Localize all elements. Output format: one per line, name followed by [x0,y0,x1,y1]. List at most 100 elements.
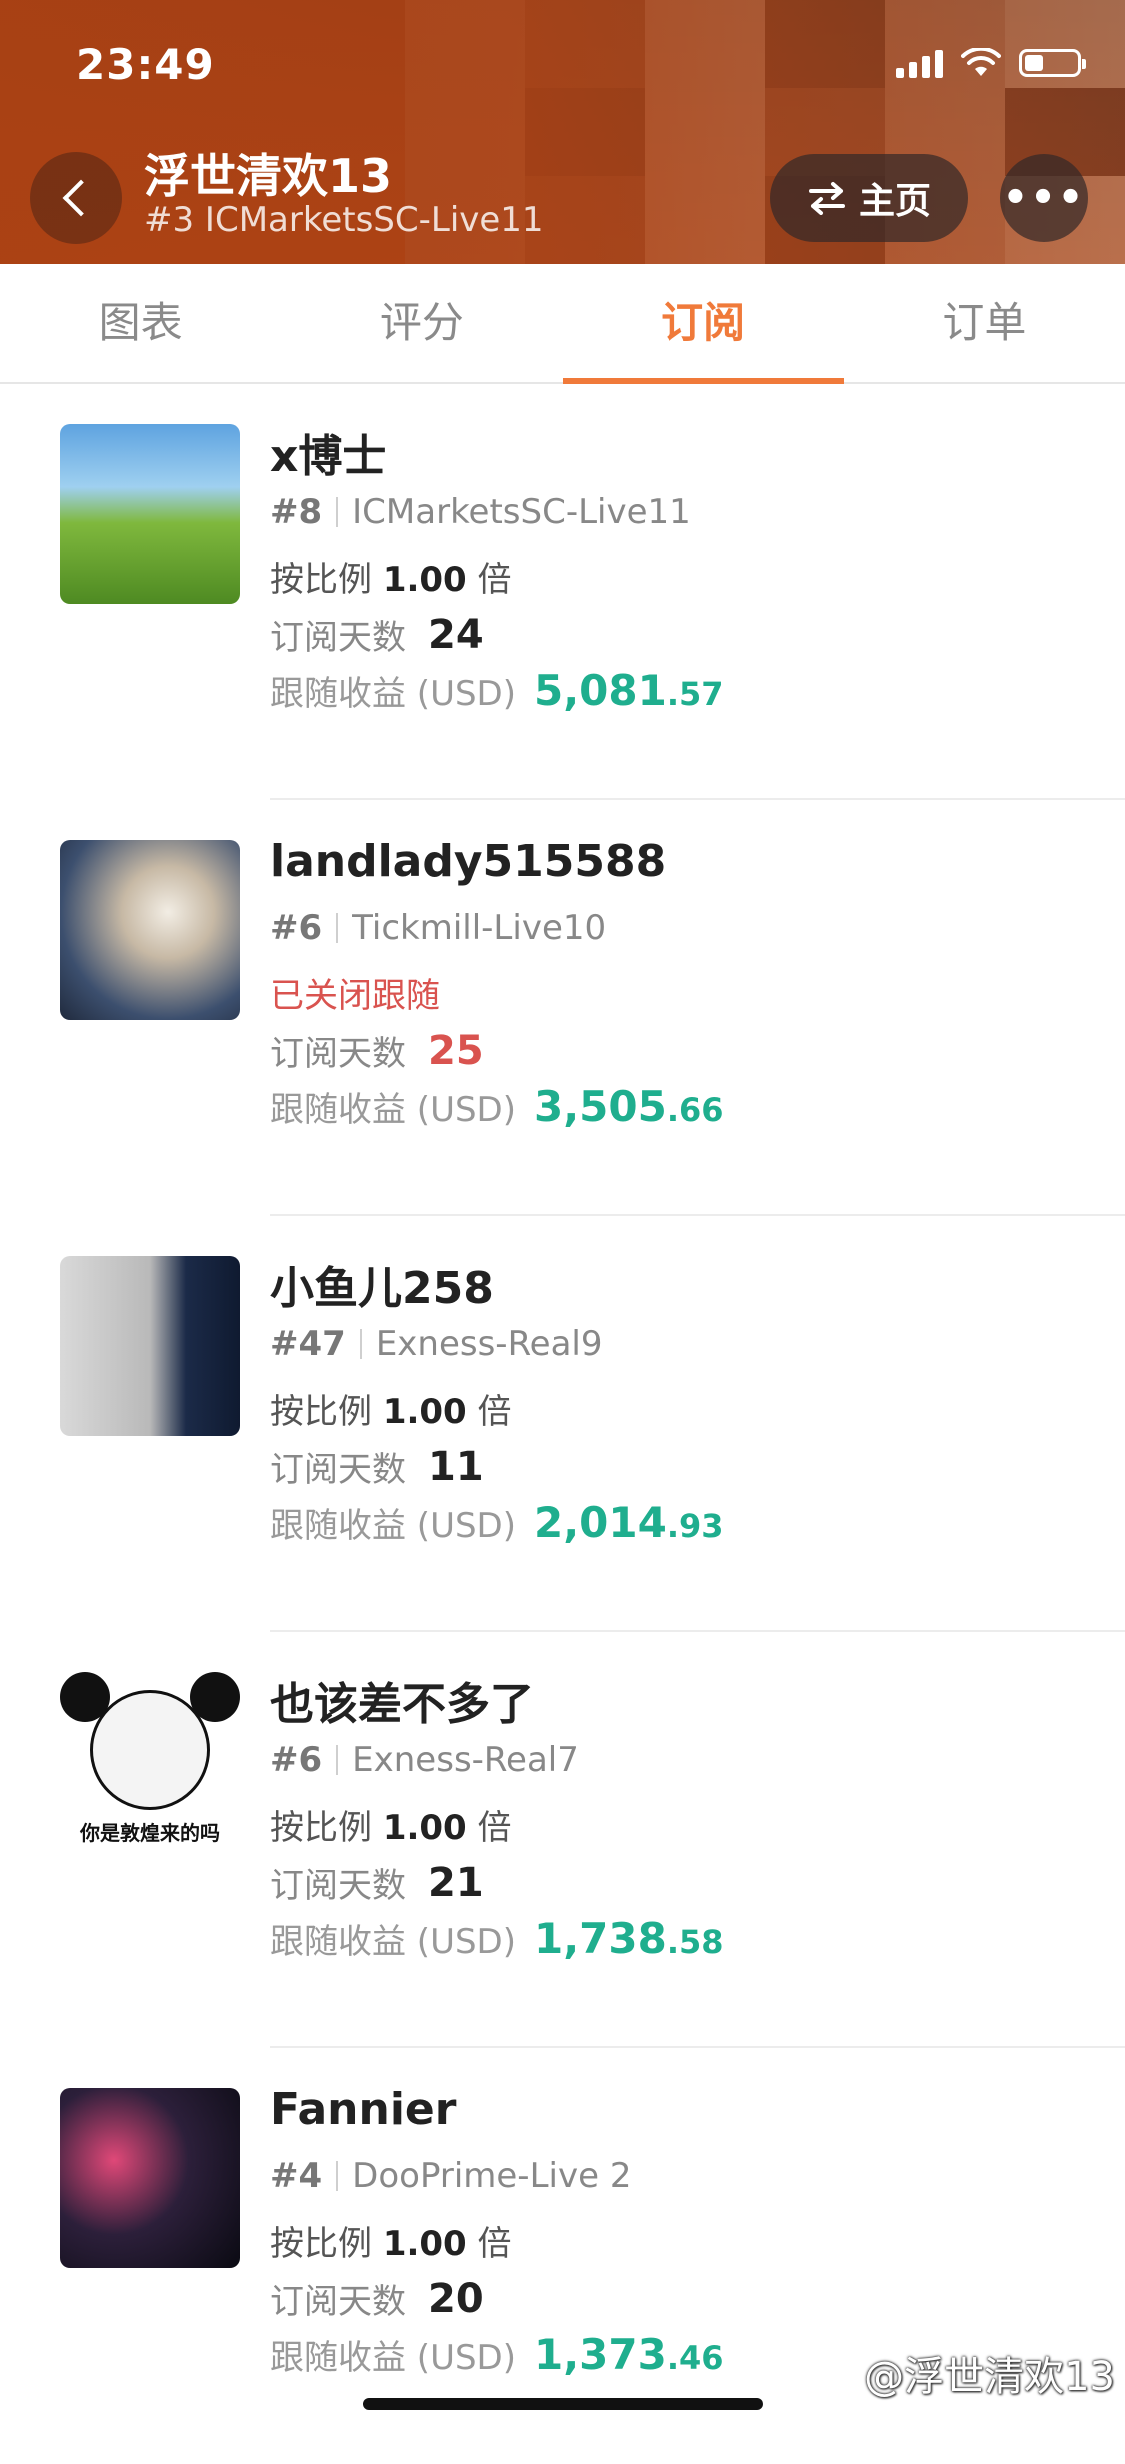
ratio-value: 1.00 [382,1808,467,1848]
tab-chart[interactable]: 图表 [0,264,281,382]
profit-label: 跟随收益 (USD) [270,1090,516,1130]
subscriber-account: #47 Exness-Real9 [270,1324,603,1364]
copy-ratio: 按比例 1.00 倍 [270,2216,512,2265]
subscriber-name: x博士 [270,431,387,482]
tab-orders[interactable]: 订单 [844,264,1125,382]
trader-server: #3 ICMarketsSC-Live11 [144,200,544,240]
panda-meme-image: 你是敦煌来的吗 [60,1672,240,1852]
subscriber-item[interactable]: 你是敦煌来的吗 也该差不多了 #6 Exness-Real7 按比例 1.00 … [0,1632,1125,2048]
follow-profit: 跟随收益 (USD) 3,505 .66 [270,1082,724,1131]
profit-decimal: .46 [666,2339,724,2377]
home-button-label: 主页 [858,181,931,222]
ratio-suffix: 倍 [477,1808,512,1848]
tab-bar: 图表 评分 订阅 订单 [0,264,1125,384]
ratio-suffix: 倍 [477,560,512,600]
profit-label: 跟随收益 (USD) [270,1506,516,1546]
days-value: 11 [428,1443,484,1490]
subscriber-name: Fannier [270,2084,457,2135]
divider [336,497,339,527]
profit-label: 跟随收益 (USD) [270,2338,516,2378]
days-value: 20 [428,2275,484,2322]
more-icon: ••• [1002,175,1086,221]
ratio-label: 按比例 [270,1808,372,1848]
days-label: 订阅天数 [270,2282,406,2322]
follow-closed-status: 已关闭跟随 [270,976,440,1016]
subscriber-account: #6 Exness-Real7 [270,1740,579,1780]
subscriber-name: landlady515588 [270,836,667,887]
chevron-left-icon [62,179,100,217]
days-label: 订阅天数 [270,1866,406,1906]
broker-server: Exness-Real7 [352,1740,579,1780]
ratio-label: 按比例 [270,560,372,600]
days-label: 订阅天数 [270,1450,406,1490]
subscriber-item[interactable]: 小鱼儿258 #47 Exness-Real9 按比例 1.00 倍 订阅天数 … [0,1216,1125,1632]
avatar[interactable] [60,840,240,1020]
ratio-value: 1.00 [382,1392,467,1432]
profit-integer: 1,373 [534,2330,667,2379]
ratio-label: 按比例 [270,1392,372,1432]
tab-subscriptions[interactable]: 订阅 [562,264,845,384]
subscription-days: 订阅天数 24 [270,610,484,659]
subscriber-account: #4 DooPrime-Live 2 [270,2156,631,2196]
copy-ratio: 按比例 1.00 倍 [270,1800,512,1849]
broker-server: DooPrime-Live 2 [352,2156,632,2196]
status-time: 23:49 [76,40,215,89]
broker-server: ICMarketsSC-Live11 [352,492,691,532]
subscriber-item[interactable]: landlady515588 #6 Tickmill-Live10 已关闭跟随 … [0,800,1125,1216]
more-options-button[interactable]: ••• [1000,154,1088,242]
watermark: @浮世清欢13 [864,2354,1115,2400]
profile-header: 23:49 浮世清欢13 #3 ICMarketsSC-Live11 主页 ••… [0,0,1125,264]
status-icons [896,48,1086,78]
broker-server: Tickmill-Live10 [352,908,607,948]
profit-integer: 3,505 [534,1082,667,1131]
follow-profit: 跟随收益 (USD) 1,738 .58 [270,1914,724,1963]
switch-arrows-icon [808,182,845,215]
avatar[interactable]: 你是敦煌来的吗 [60,1672,240,1852]
profit-decimal: .58 [666,1923,724,1961]
tab-rating[interactable]: 评分 [281,264,562,382]
home-button[interactable]: 主页 [770,154,968,242]
copy-ratio: 按比例 1.00 倍 [270,1384,512,1433]
divider [336,2161,339,2191]
divider [336,1745,339,1775]
subscriber-account: #6 Tickmill-Live10 [270,908,606,948]
days-value: 21 [428,1859,484,1906]
subscription-days: 订阅天数 25 [270,1026,484,1075]
profit-integer: 1,738 [534,1914,667,1963]
home-indicator[interactable] [363,2398,763,2410]
days-label: 订阅天数 [270,1034,406,1074]
back-button[interactable] [30,152,122,244]
ratio-value: 1.00 [382,560,467,600]
rank-number: #6 [270,1740,323,1780]
profit-decimal: .66 [666,1091,724,1129]
divider [336,913,339,943]
profit-label: 跟随收益 (USD) [270,1922,516,1962]
profit-integer: 5,081 [534,666,667,715]
subscriber-item[interactable]: x博士 #8 ICMarketsSC-Live11 按比例 1.00 倍 订阅天… [0,384,1125,800]
follow-profit: 跟随收益 (USD) 1,373 .46 [270,2330,724,2379]
avatar[interactable] [60,2088,240,2268]
follow-profit: 跟随收益 (USD) 2,014 .93 [270,1498,724,1547]
rank-number: #6 [270,908,323,948]
battery-icon [1019,49,1086,77]
avatar[interactable] [60,424,240,604]
days-value: 25 [428,1027,484,1074]
meme-caption: 你是敦煌来的吗 [80,1821,220,1845]
profit-label: 跟随收益 (USD) [270,674,516,714]
cellular-signal-icon [896,48,943,78]
broker-server: Exness-Real9 [375,1324,603,1364]
profit-decimal: .57 [666,675,724,713]
rank-number: #4 [270,2156,323,2196]
days-label: 订阅天数 [270,618,406,658]
trader-name: 浮世清欢13 [144,149,393,203]
subscriber-list: x博士 #8 ICMarketsSC-Live11 按比例 1.00 倍 订阅天… [0,384,1125,2464]
subscriber-name: 小鱼儿258 [270,1263,494,1314]
follow-profit: 跟随收益 (USD) 5,081 .57 [270,666,724,715]
ratio-suffix: 倍 [477,2224,512,2264]
avatar[interactable] [60,1256,240,1436]
subscription-days: 订阅天数 11 [270,1442,484,1491]
days-value: 24 [428,611,484,658]
subscription-days: 订阅天数 21 [270,1858,484,1907]
rank-number: #47 [270,1324,346,1364]
copy-ratio: 按比例 1.00 倍 [270,552,512,601]
